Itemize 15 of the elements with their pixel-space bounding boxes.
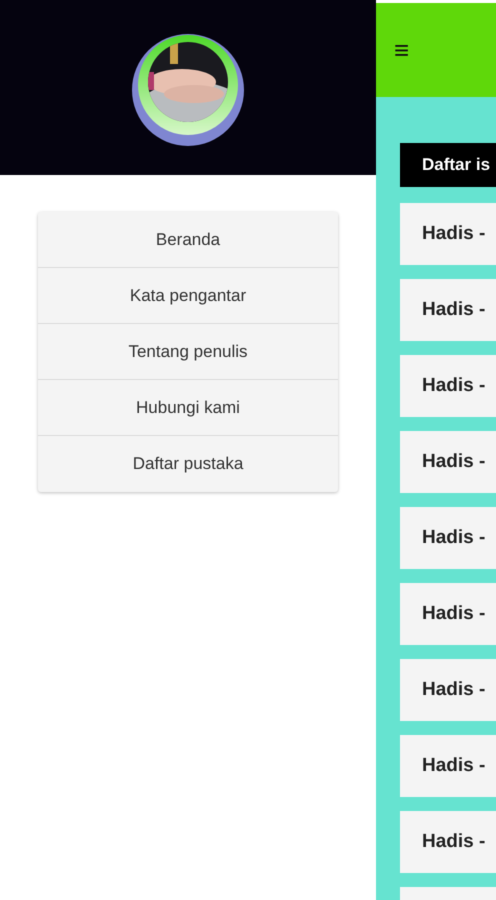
list-card[interactable]: Hadis - [400, 355, 496, 417]
list-card[interactable]: Hadis - [400, 811, 496, 873]
menu-item[interactable]: Beranda [38, 212, 338, 268]
menu-item[interactable]: Kata pengantar [38, 268, 338, 324]
list-card[interactable]: Hadis - [400, 507, 496, 569]
list-card[interactable]: Hadis - [400, 659, 496, 721]
menu-item[interactable]: Tentang penulis [38, 324, 338, 380]
list-card[interactable]: Hadis - [400, 431, 496, 493]
list-card[interactable]: Hadis - [400, 583, 496, 645]
menu-item[interactable]: Hubungi kami [38, 380, 338, 436]
list-card[interactable]: Hadis - [400, 735, 496, 797]
section-heading: Daftar is [400, 143, 496, 187]
list-card[interactable]: Hadis - [400, 203, 496, 265]
list-card[interactable]: Hadis - [400, 279, 496, 341]
menu-item[interactable]: Daftar pustaka [38, 436, 338, 492]
